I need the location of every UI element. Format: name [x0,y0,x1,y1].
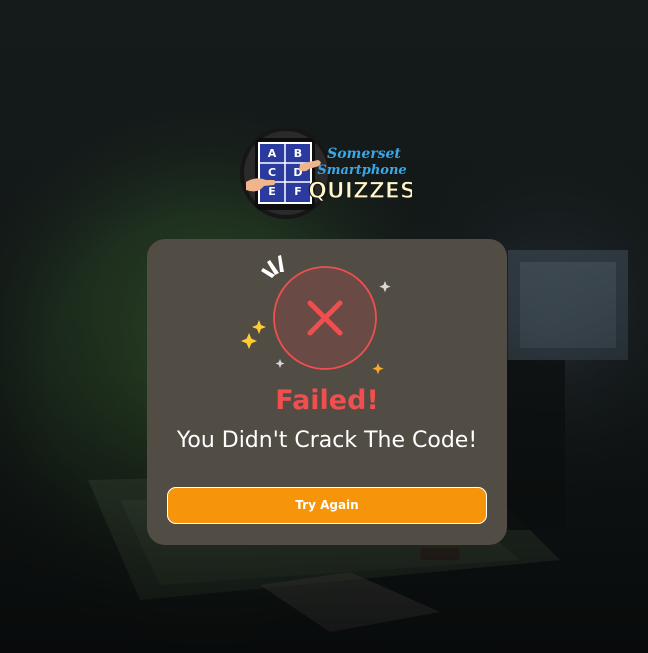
somerset-smartphone-quizzes-logo: A B C D E F Somerset Smartphone QUIZZES [240,127,412,219]
logo-letter-a: A [268,147,277,160]
logo-letter-f: F [294,185,302,198]
logo-letter-c: C [268,166,276,179]
result-message: You Didn't Crack The Code! [176,428,478,453]
failed-status-graphic [241,255,391,375]
logo-letter-b: B [294,147,302,160]
failed-title: Failed! [275,385,379,416]
result-modal: Failed! You Didn't Crack The Code! Try A… [147,239,507,545]
quiz-result-screen: A B C D E F Somerset Smartphone QUIZZES [0,0,648,653]
try-again-button[interactable]: Try Again [167,487,487,524]
logo-brand-line2: Smartphone [317,163,406,178]
burst-lines-icon [261,255,284,278]
logo-brand-line1: Somerset [327,146,401,162]
logo-brand-line3: QUIZZES [308,179,412,204]
logo-letter-e: E [268,185,276,198]
